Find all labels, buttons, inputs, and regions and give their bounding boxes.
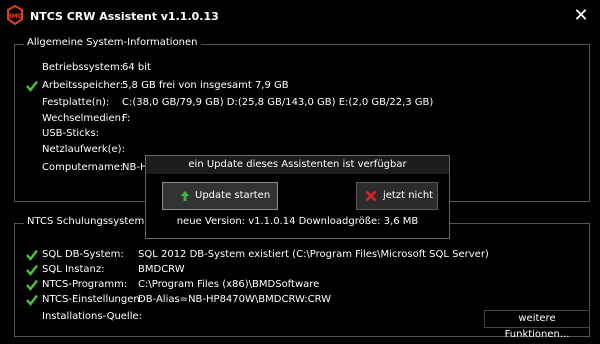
title-bar: BMD NTCS CRW Assistent v1.1.0.13 ✕ <box>0 0 600 34</box>
info-value: F: <box>122 113 131 124</box>
info-value: 64 bit <box>122 62 151 73</box>
bmd-logo-icon: BMD <box>7 5 23 25</box>
info-value: C:(38,0 GB/79,9 GB) D:(25,8 GB/143,0 GB)… <box>122 97 434 108</box>
checkmark-icon <box>26 80 38 92</box>
close-button[interactable]: ✕ <box>562 0 600 32</box>
status-value: SQL 2012 DB-System existiert (C:\Program… <box>138 249 489 260</box>
arrow-up-icon <box>180 191 190 201</box>
update-start-label: Update starten <box>195 190 271 201</box>
info-label: Netzlaufwerk(e): <box>42 144 125 155</box>
not-now-label: jetzt nicht <box>383 190 434 201</box>
status-label: SQL DB-System: <box>42 249 124 260</box>
status-value: DB-Alias=NB-HP8470W\BMDCRW:CRW <box>138 294 332 305</box>
status-label: SQL Instanz: <box>42 264 105 275</box>
update-start-button[interactable]: Update starten <box>162 182 278 210</box>
status-label: NTCS-Programm: <box>42 279 128 290</box>
not-now-button[interactable]: jetzt nicht <box>356 182 438 210</box>
checkmark-icon <box>26 249 38 261</box>
info-label: Arbeitsspeicher: <box>42 80 124 91</box>
update-info: neue Version: v1.1.0.14 Downloadgröße: 3… <box>176 216 419 227</box>
status-label: NTCS-Einstellungen: <box>42 294 144 305</box>
status-value: C:\Program Files (x86)\BMDSoftware <box>138 279 320 290</box>
info-label: Betriebssystem: <box>42 62 124 73</box>
info-label: USB-Sticks: <box>42 128 100 139</box>
checkmark-icon <box>26 279 38 291</box>
svg-text:BMD: BMD <box>7 13 23 20</box>
window-title: NTCS CRW Assistent v1.1.0.13 <box>30 10 219 23</box>
close-icon: ✕ <box>573 5 589 26</box>
status-label: Installations-Quelle: <box>42 311 143 322</box>
status-value: BMDCRW <box>138 264 185 275</box>
x-icon <box>365 190 377 202</box>
update-dialog: ein Update dieses Assistenten ist verfüg… <box>145 155 450 239</box>
group-title: Allgemeine System-Informationen <box>24 37 201 48</box>
checkmark-icon <box>26 264 38 276</box>
info-value: 5,8 GB frei von insgesamt 7,9 GB <box>122 80 289 91</box>
info-label: Computername: <box>42 162 124 173</box>
info-label: Wechselmedien: <box>42 113 125 124</box>
checkmark-icon <box>26 294 38 306</box>
info-label: Festplatte(n): <box>42 97 110 108</box>
more-functions-button[interactable]: weitere Funktionen... <box>484 310 590 340</box>
dialog-title: ein Update dieses Assistenten ist verfüg… <box>146 156 449 174</box>
